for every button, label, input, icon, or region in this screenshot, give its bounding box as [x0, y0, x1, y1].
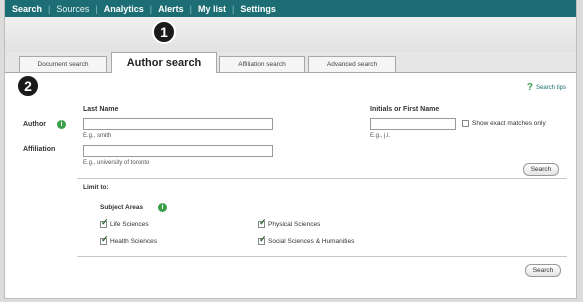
- subject-checkbox-life-sciences[interactable]: ✓ Life Sciences: [100, 217, 149, 228]
- question-icon: ?: [526, 82, 533, 93]
- checkbox-box: ✓: [100, 217, 109, 228]
- search-button-bottom[interactable]: Search: [525, 264, 561, 277]
- checkbox-box: ✓: [258, 217, 267, 228]
- callout-badge-1: 1: [152, 20, 176, 44]
- tab-document-search[interactable]: Document search: [19, 56, 107, 72]
- nav-analytics[interactable]: Analytics: [104, 4, 144, 14]
- nav-separator: |: [149, 3, 153, 14]
- subject-areas-label: Subject Areas: [100, 204, 144, 211]
- initials-label: Initials or First Name: [370, 106, 440, 113]
- subject-checkbox-physical-sciences[interactable]: ✓ Physical Sciences: [258, 217, 321, 228]
- checkmark-icon: ✓: [101, 217, 109, 227]
- nav-separator: |: [95, 3, 98, 14]
- nav-settings[interactable]: Settings: [240, 4, 276, 14]
- subject-label: Social Sciences & Humanities: [268, 238, 355, 245]
- tab-author-search[interactable]: Author search: [111, 52, 217, 73]
- header-bar: [5, 17, 576, 52]
- subject-label: Health Sciences: [110, 238, 157, 245]
- last-name-label: Last Name: [83, 106, 119, 113]
- checkbox-box: ✓: [258, 234, 267, 245]
- checkbox-box: ✓: [100, 234, 109, 245]
- affiliation-hint: E.g., university of toronto: [83, 160, 150, 166]
- initials-hint: E.g., j.l.: [370, 133, 391, 139]
- subject-label: Life Sciences: [110, 221, 149, 228]
- tab-affiliation-search[interactable]: Affiliation search: [219, 56, 305, 72]
- initials-input[interactable]: [370, 118, 456, 130]
- checkmark-icon: ✓: [259, 234, 267, 244]
- tab-advanced-search[interactable]: Advanced search: [308, 56, 396, 72]
- checkmark-icon: ✓: [101, 234, 109, 244]
- nav-separator: |: [48, 3, 51, 14]
- callout-badge-2: 2: [16, 74, 40, 98]
- divider: [77, 178, 567, 179]
- exact-match-checkbox[interactable]: Show exact matches only: [462, 120, 546, 127]
- info-icon[interactable]: i: [57, 120, 66, 129]
- last-name-hint: E.g., smith: [83, 133, 112, 139]
- search-button[interactable]: Search: [523, 163, 559, 176]
- affiliation-label: Affiliation: [23, 146, 56, 153]
- nav-separator: |: [189, 3, 192, 14]
- affiliation-input[interactable]: [83, 145, 273, 157]
- nav-alerts[interactable]: Alerts: [158, 4, 184, 14]
- checkbox-box: [462, 120, 469, 127]
- top-navigation: Search | Sources | Analytics | Alerts | …: [5, 0, 576, 17]
- scopus-window: Search | Sources | Analytics | Alerts | …: [4, 0, 577, 299]
- author-label: Author: [23, 121, 46, 128]
- subject-checkbox-social-sciences-humanities[interactable]: ✓ Social Sciences & Humanities: [258, 234, 355, 245]
- checkmark-icon: ✓: [259, 217, 267, 227]
- subject-label: Physical Sciences: [268, 221, 321, 228]
- nav-search[interactable]: Search: [12, 4, 42, 14]
- search-tabs: Document search Author search Affiliatio…: [5, 52, 576, 73]
- last-name-input[interactable]: [83, 118, 273, 130]
- nav-separator: |: [232, 3, 235, 14]
- limit-to-label: Limit to:: [83, 184, 109, 191]
- search-tips-label: Search tips: [535, 84, 566, 91]
- exact-match-label: Show exact matches only: [472, 120, 546, 127]
- search-tips-link[interactable]: ? Search tips: [527, 82, 566, 93]
- divider: [77, 256, 567, 257]
- nav-sources[interactable]: Sources: [56, 4, 89, 14]
- info-icon[interactable]: i: [158, 203, 167, 212]
- subject-checkbox-health-sciences[interactable]: ✓ Health Sciences: [100, 234, 157, 245]
- nav-my-list[interactable]: My list: [198, 4, 226, 14]
